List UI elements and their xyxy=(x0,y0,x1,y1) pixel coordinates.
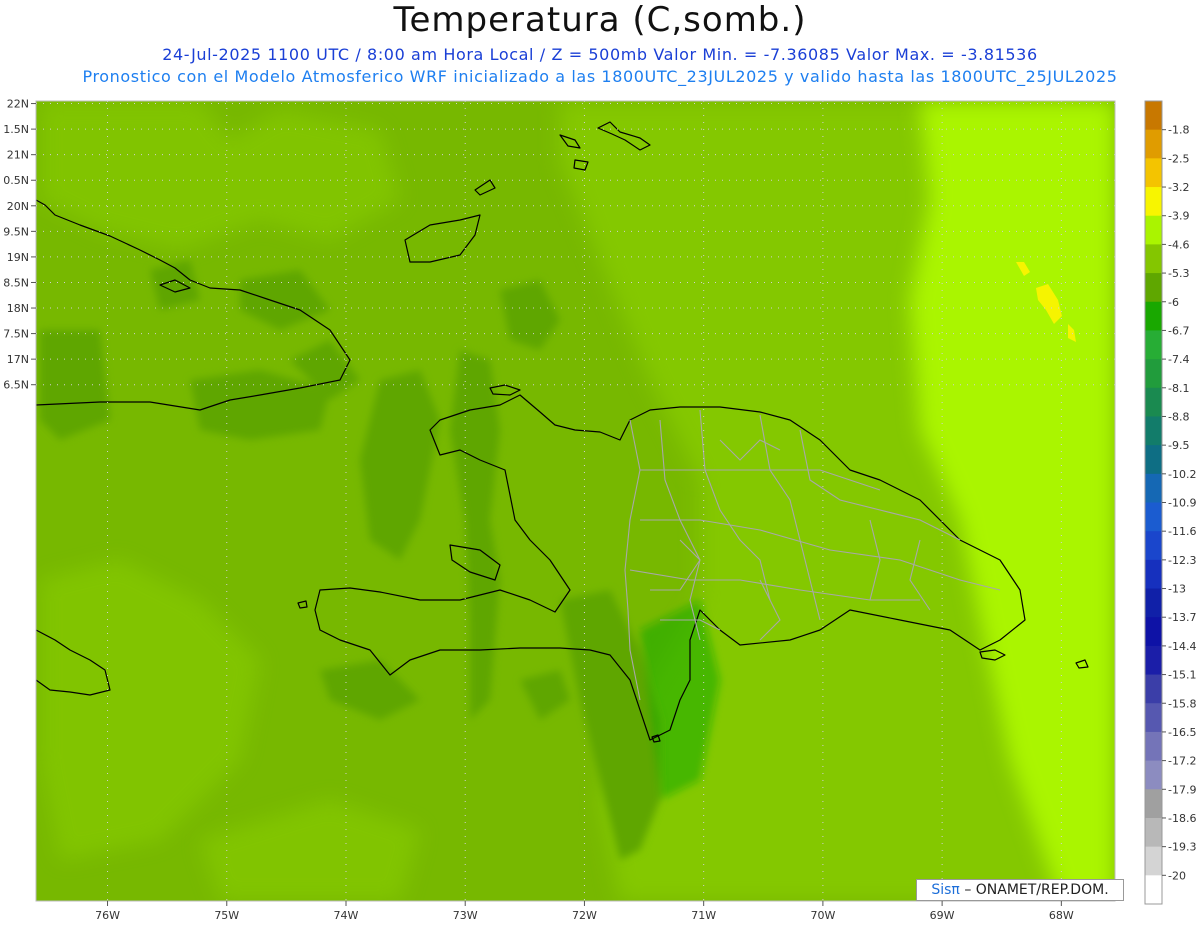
colorbar-swatch xyxy=(1145,473,1162,503)
lon-tick-label: 74W xyxy=(334,909,359,922)
colorbar-swatch xyxy=(1145,846,1162,876)
lon-tick-label: 70W xyxy=(810,909,835,922)
colorbar-label: -13.7 xyxy=(1168,611,1196,624)
colorbar-label: -4.6 xyxy=(1168,238,1189,251)
colorbar-swatch xyxy=(1145,158,1162,188)
lat-tick-label: 17N xyxy=(7,353,29,366)
colorbar-swatch xyxy=(1145,187,1162,217)
colorbar-label: -2.5 xyxy=(1168,152,1189,165)
colorbar-label: -6 xyxy=(1168,296,1179,309)
colorbar-label: -3.9 xyxy=(1168,210,1189,223)
longitude-axis: 76W 75W 74W 73W 72W 71W 70W 69W 68W xyxy=(95,901,1074,922)
colorbar-label: -17.9 xyxy=(1168,783,1196,796)
colorbar-swatch xyxy=(1145,387,1162,417)
colorbar-label: -5.3 xyxy=(1168,267,1189,280)
colorbar-label: -7.4 xyxy=(1168,353,1189,366)
colorbar-swatch xyxy=(1145,215,1162,245)
lat-tick-label: 9.5N xyxy=(3,225,29,238)
lat-tick-label: 8.5N xyxy=(3,276,29,289)
colorbar-label: -12.3 xyxy=(1168,554,1196,567)
colorbar-swatch xyxy=(1145,731,1162,762)
colorbar-label: -10.9 xyxy=(1168,497,1196,510)
subtitle-run-info: 24-Jul-2025 1100 UTC / 8:00 am Hora Loca… xyxy=(162,45,1038,64)
lat-tick-label: 22N xyxy=(7,98,29,111)
lon-tick-label: 71W xyxy=(691,909,716,922)
colorbar-swatch xyxy=(1145,617,1162,647)
colorbar-label: -10.2 xyxy=(1168,468,1196,481)
lon-tick-label: 76W xyxy=(95,909,120,922)
colorbar: -1.8 -2.5 -3.2 -3.9 -4.6 -5.3 -6 -6.7 -7.4 -8.1 -8… xyxy=(1144,100,1196,905)
colorbar-label: -18.6 xyxy=(1168,812,1196,825)
colorbar-swatch xyxy=(1145,273,1162,303)
latitude-axis: 22N 1.5N 21N 0.5N 20N 9.5N 19N 8.5N 18N 7.5N 17N 6.… xyxy=(3,98,36,392)
lon-tick-label: 72W xyxy=(572,909,597,922)
colorbar-swatch xyxy=(1145,359,1162,389)
lat-tick-label: 19N xyxy=(7,251,29,264)
colorbar-label: -17.2 xyxy=(1168,755,1196,768)
colorbar-swatch xyxy=(1145,445,1162,475)
colorbar-swatch xyxy=(1145,703,1162,733)
lon-tick-label: 69W xyxy=(930,909,955,922)
colorbar-swatch xyxy=(1145,817,1162,848)
colorbar-label: -1.8 xyxy=(1168,124,1189,137)
lon-tick-label: 73W xyxy=(453,909,478,922)
lat-tick-label: 21N xyxy=(7,149,29,162)
colorbar-swatch xyxy=(1145,330,1162,360)
colorbar-swatch xyxy=(1145,559,1162,590)
lat-tick-label: 1.5N xyxy=(3,123,29,136)
brand-label: Sisπ – ONAMET/REP.DOM. xyxy=(916,879,1124,901)
colorbar-label: -20 xyxy=(1168,869,1186,882)
plot-area xyxy=(36,101,1115,901)
colorbar-label: -9.5 xyxy=(1168,439,1189,452)
colorbar-swatch xyxy=(1145,531,1162,561)
colorbar-swatch xyxy=(1145,645,1162,676)
colorbar-swatch xyxy=(1145,789,1162,819)
colorbar-swatch xyxy=(1145,588,1162,618)
lat-tick-label: 0.5N xyxy=(3,174,29,187)
colorbar-label: -8.1 xyxy=(1168,382,1189,395)
colorbar-label: -8.8 xyxy=(1168,410,1189,423)
map-title: Temperatura (C,somb.) xyxy=(393,0,807,40)
lon-tick-label: 68W xyxy=(1049,909,1074,922)
lat-tick-label: 7.5N xyxy=(3,328,29,341)
colorbar-swatch xyxy=(1145,101,1162,131)
colorbar-swatch xyxy=(1145,244,1162,274)
brand-sis: Sisπ xyxy=(931,882,960,898)
subtitle-model-info: Pronostico con el Modelo Atmosferico WRF… xyxy=(82,67,1118,86)
colorbar-swatch xyxy=(1145,416,1162,446)
brand-onamet: – ONAMET/REP.DOM. xyxy=(964,882,1109,898)
colorbar-label: -15.8 xyxy=(1168,697,1196,710)
lat-tick-label: 18N xyxy=(7,302,29,315)
temperature-map: 22N 1.5N 21N 0.5N 20N 9.5N 19N 8.5N 18N 7.5N 17N 6.… xyxy=(3,98,1196,922)
colorbar-swatch xyxy=(1145,875,1162,905)
colorbar-label: -11.6 xyxy=(1168,525,1196,538)
colorbar-label: -19.3 xyxy=(1168,841,1196,854)
lat-tick-label: 6.5N xyxy=(3,379,29,392)
colorbar-swatch xyxy=(1145,301,1162,331)
colorbar-label: -16.5 xyxy=(1168,726,1196,739)
colorbar-label: -13 xyxy=(1168,583,1186,596)
colorbar-label: -6.7 xyxy=(1168,324,1189,337)
colorbar-swatch xyxy=(1145,502,1162,532)
colorbar-swatch xyxy=(1145,674,1162,704)
colorbar-label: -14.4 xyxy=(1168,640,1196,653)
colorbar-label: -3.2 xyxy=(1168,181,1189,194)
colorbar-swatch xyxy=(1145,129,1162,159)
lon-tick-label: 75W xyxy=(214,909,239,922)
lat-tick-label: 20N xyxy=(7,200,29,213)
colorbar-swatch xyxy=(1145,760,1162,790)
colorbar-label: -15.1 xyxy=(1168,669,1196,682)
